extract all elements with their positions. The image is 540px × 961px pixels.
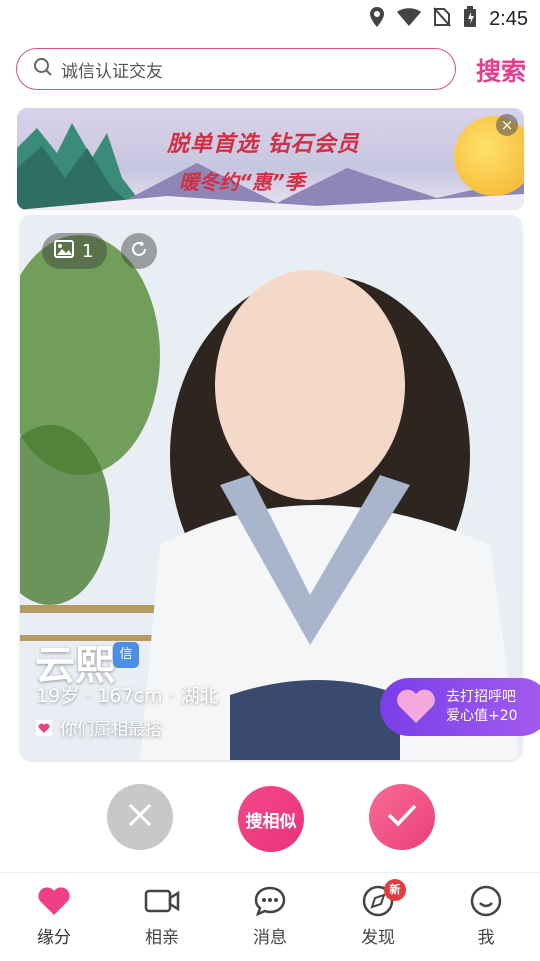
photo-count: 1 (82, 240, 94, 262)
tab-label: 我 (477, 928, 495, 948)
like-button[interactable] (369, 784, 435, 850)
wifi-icon (397, 8, 422, 30)
tab-label: 缘分 (37, 928, 71, 948)
zodiac-match-text: 你们属相最搭 (60, 720, 162, 740)
profile-info: 19岁 · 167cm · 湖北 (36, 685, 219, 707)
status-time: 2:45 (489, 7, 528, 30)
compass-icon (338, 883, 418, 919)
tab-blind-date[interactable]: 相亲 (122, 883, 202, 948)
tab-fate[interactable]: 缘分 (14, 883, 94, 948)
heart-card-icon (36, 719, 52, 736)
search-button[interactable]: 搜索 (476, 52, 526, 88)
tab-me[interactable]: 我 (446, 883, 526, 948)
refresh-button[interactable] (121, 233, 157, 269)
photo-count-badge[interactable]: 1 (42, 233, 108, 269)
new-badge: 新 (384, 879, 406, 901)
status-bar: 2:45 (0, 0, 540, 36)
search-row: 诚信认证交友 搜索 (16, 48, 526, 92)
search-icon (33, 57, 53, 81)
heart-icon (394, 685, 438, 729)
greet-line1: 去打招呼吧 (446, 689, 516, 705)
verified-badge: 信 (113, 642, 139, 668)
search-placeholder: 诚信认证交友 (61, 61, 163, 82)
video-camera-icon (122, 883, 202, 919)
tab-label: 相亲 (145, 928, 179, 948)
heart-icon (14, 883, 94, 919)
battery-icon (463, 6, 477, 32)
close-icon (127, 802, 153, 832)
zodiac-match: 你们属相最搭 (36, 715, 162, 740)
check-icon (386, 802, 418, 832)
refresh-icon (129, 239, 149, 263)
close-icon[interactable]: × (496, 114, 518, 136)
tab-discover[interactable]: 新 发现 (338, 879, 418, 948)
greet-line2: 爱心值+20 (446, 708, 518, 724)
tab-messages[interactable]: 消息 (230, 883, 310, 948)
action-row: 搜相似 (0, 784, 540, 854)
banner-title: 脱单首选 钻石会员 (167, 132, 360, 157)
dislike-button[interactable] (107, 784, 173, 850)
location-icon (369, 7, 385, 31)
search-similar-button[interactable]: 搜相似 (238, 786, 304, 852)
image-icon (54, 239, 74, 263)
tab-label: 发现 (361, 928, 395, 948)
search-input[interactable]: 诚信认证交友 (16, 48, 456, 90)
greet-button[interactable]: 去打招呼吧 爱心值+20 (380, 678, 540, 736)
bottom-tab-bar: 缘分 相亲 消息 新 发现 我 (0, 872, 540, 961)
promo-banner[interactable]: 脱单首选 钻石会员 暖冬约“惠”季 × (17, 108, 524, 210)
banner-subtitle: 暖冬约“惠”季 (179, 170, 305, 194)
no-sim-icon (433, 7, 451, 31)
tab-label: 消息 (253, 928, 287, 948)
chat-bubble-icon (230, 883, 310, 919)
smiley-icon (446, 883, 526, 919)
